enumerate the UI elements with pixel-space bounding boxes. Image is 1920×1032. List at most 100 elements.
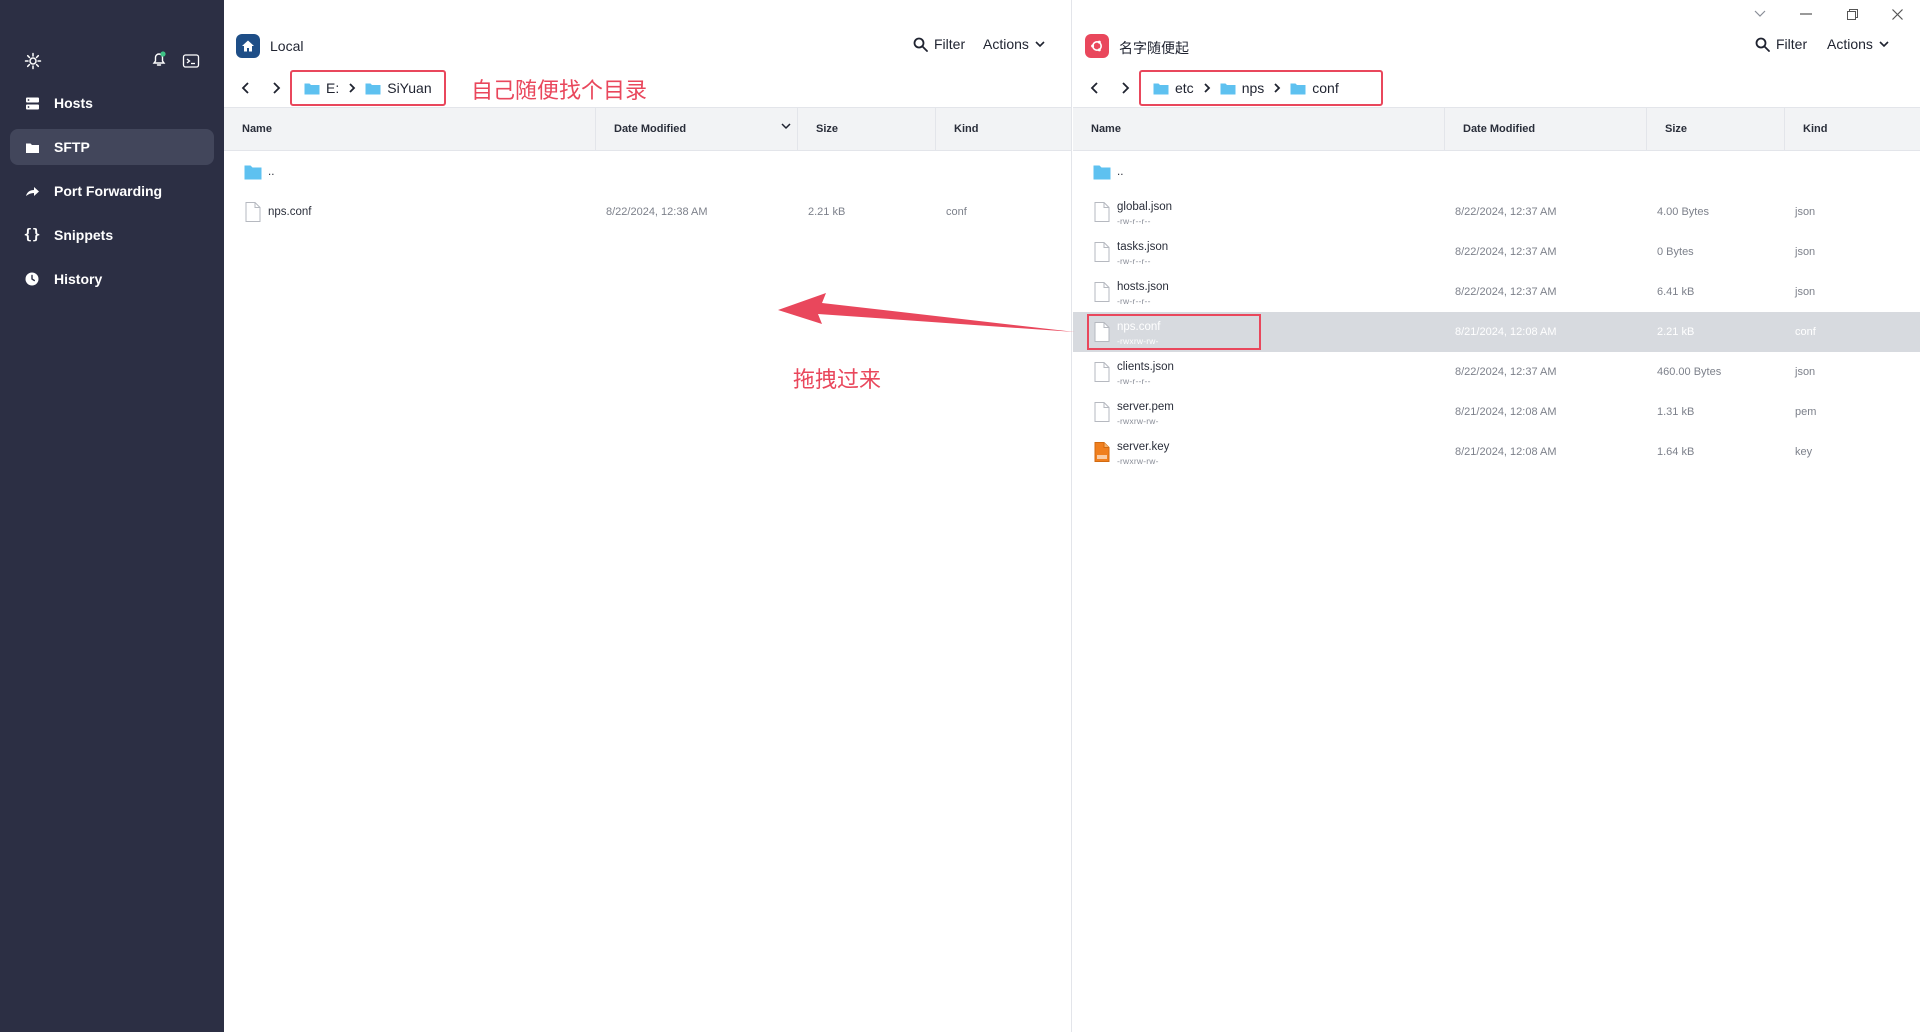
sidebar-item-snippets[interactable]: {} Snippets	[10, 217, 214, 253]
remote-file-list: .. global.json -rw-r--r-- 8/22/2024, 12:…	[1073, 152, 1920, 472]
file-kind: json	[1795, 366, 1816, 378]
highlight-box	[1087, 314, 1261, 350]
remote-column-header: Name Date Modified Size Kind	[1073, 107, 1920, 151]
actions-label: Actions	[983, 36, 1029, 52]
column-date-modified[interactable]: Date Modified	[1445, 108, 1647, 150]
back-arrow-icon[interactable]	[1085, 78, 1105, 98]
file-name: nps.conf	[268, 206, 312, 218]
file-size: 6.41 kB	[1657, 286, 1695, 298]
app-window: Hosts SFTP Port Forwarding {} Snippets H…	[0, 0, 1920, 1032]
file-permissions: -rwxrw-rw-	[1117, 456, 1159, 466]
local-file-list: .. nps.conf 8/22/2024, 12:38 AM 2.21 kB …	[224, 152, 1071, 232]
column-kind[interactable]: Kind	[1785, 108, 1920, 150]
remote-breadcrumb: etc nps conf	[1139, 70, 1383, 106]
breadcrumb-label: E:	[326, 80, 340, 96]
ubuntu-host-icon	[1085, 34, 1109, 58]
column-size[interactable]: Size	[1647, 108, 1785, 150]
back-arrow-icon[interactable]	[236, 78, 256, 98]
breadcrumb-label: nps	[1241, 80, 1265, 96]
local-filter-button[interactable]: Filter	[913, 36, 965, 52]
file-modified: 8/21/2024, 12:08 AM	[1455, 406, 1557, 418]
chevron-right-icon	[1204, 83, 1210, 93]
table-row[interactable]: tasks.json -rw-r--r-- 8/22/2024, 12:37 A…	[1073, 232, 1920, 272]
restore-icon[interactable]	[1840, 4, 1864, 24]
column-name[interactable]: Name	[1073, 108, 1445, 150]
sidebar-item-label: Port Forwarding	[54, 183, 163, 199]
file-size: 2.21 kB	[1657, 326, 1695, 338]
table-row[interactable]: global.json -rw-r--r-- 8/22/2024, 12:37 …	[1073, 192, 1920, 232]
table-row[interactable]: nps.conf 8/22/2024, 12:38 AM 2.21 kB con…	[224, 192, 1071, 232]
file-permissions: -rwxrw-rw-	[1117, 336, 1159, 346]
forward-arrow-icon[interactable]	[1115, 78, 1135, 98]
table-row[interactable]: server.pem -rwxrw-rw- 8/21/2024, 12:08 A…	[1073, 392, 1920, 432]
local-actions-button[interactable]: Actions	[983, 36, 1045, 52]
file-modified: 8/21/2024, 12:08 AM	[1455, 326, 1557, 338]
table-row[interactable]: hosts.json -rw-r--r-- 8/22/2024, 12:37 A…	[1073, 272, 1920, 312]
column-kind[interactable]: Kind	[936, 108, 1072, 150]
file-modified: 8/22/2024, 12:37 AM	[1455, 286, 1557, 298]
sidebar-item-sftp[interactable]: SFTP	[10, 129, 214, 165]
dropdown-chevron-icon[interactable]	[1748, 4, 1772, 24]
table-row[interactable]: server.key -rwxrw-rw- 8/21/2024, 12:08 A…	[1073, 432, 1920, 472]
folder-icon	[24, 139, 40, 155]
table-row-selected[interactable]: nps.conf -rwxrw-rw- 8/21/2024, 12:08 AM …	[1073, 312, 1920, 352]
folder-icon	[304, 83, 320, 94]
file-name: nps.conf	[1117, 321, 1161, 333]
file-icon	[1094, 362, 1110, 382]
breadcrumb-item-conf[interactable]: conf	[1290, 80, 1339, 96]
file-icon	[1094, 242, 1110, 262]
file-kind: json	[1795, 286, 1816, 298]
file-kind: json	[1795, 246, 1816, 258]
file-icon	[245, 202, 261, 222]
sidebar-item-history[interactable]: History	[10, 261, 214, 297]
drag-annotation: 拖拽过来	[793, 368, 882, 393]
sidebar-item-label: Snippets	[54, 227, 114, 243]
file-name: clients.json	[1117, 361, 1174, 373]
sidebar-item-port-forwarding[interactable]: Port Forwarding	[10, 173, 214, 209]
file-modified: 8/22/2024, 12:37 AM	[1455, 246, 1557, 258]
column-name[interactable]: Name	[224, 108, 596, 150]
minimize-icon[interactable]	[1794, 4, 1818, 24]
directory-annotation: 自己随便找个目录	[471, 79, 648, 104]
search-icon	[913, 37, 928, 52]
close-icon[interactable]	[1885, 4, 1909, 24]
remote-actions-button[interactable]: Actions	[1827, 36, 1889, 52]
folder-icon	[244, 165, 262, 180]
forward-arrow-icon[interactable]	[266, 78, 286, 98]
local-pane: Local Filter Actions E: SiYuan 自己随便找个目录 …	[224, 0, 1072, 1032]
terminal-icon[interactable]	[182, 52, 200, 70]
file-modified: 8/22/2024, 12:38 AM	[606, 206, 708, 218]
file-icon	[1094, 322, 1110, 342]
remote-pane-title: 名字随便起	[1119, 40, 1189, 56]
breadcrumb-item-nps[interactable]: nps	[1220, 80, 1265, 96]
file-size: 1.64 kB	[1657, 446, 1695, 458]
remote-breadcrumb-row: etc nps conf	[1085, 70, 1920, 106]
parent-directory-row[interactable]: ..	[224, 152, 1071, 192]
file-modified: 8/22/2024, 12:37 AM	[1455, 366, 1557, 378]
sidebar: Hosts SFTP Port Forwarding {} Snippets H…	[0, 0, 224, 1032]
chevron-down-icon	[1879, 40, 1889, 47]
column-size[interactable]: Size	[798, 108, 936, 150]
file-kind: conf	[1795, 326, 1816, 338]
file-permissions: -rw-r--r--	[1117, 376, 1151, 386]
breadcrumb-item-etc[interactable]: etc	[1153, 80, 1194, 96]
sidebar-item-hosts[interactable]: Hosts	[10, 85, 214, 121]
table-row[interactable]: clients.json -rw-r--r-- 8/22/2024, 12:37…	[1073, 352, 1920, 392]
file-name: server.pem	[1117, 401, 1174, 413]
breadcrumb-item-siyuan[interactable]: SiYuan	[365, 80, 432, 96]
remote-filter-button[interactable]: Filter	[1755, 36, 1807, 52]
file-name: ..	[268, 166, 275, 178]
local-home-icon	[236, 34, 260, 58]
parent-directory-row[interactable]: ..	[1073, 152, 1920, 192]
remote-pane: 名字随便起 Filter Actions etc nps conf Name D…	[1073, 0, 1920, 1032]
file-icon	[1094, 402, 1110, 422]
settings-gear-icon[interactable]	[24, 52, 42, 70]
notification-bell-icon[interactable]	[150, 50, 168, 68]
folder-icon	[1220, 83, 1236, 94]
chevron-down-icon	[1035, 40, 1045, 47]
file-icon	[1094, 282, 1110, 302]
breadcrumb-item-drive[interactable]: E:	[304, 80, 339, 96]
column-date-modified[interactable]: Date Modified	[596, 108, 798, 150]
remote-pane-header: 名字随便起 Filter Actions	[1085, 32, 1920, 60]
file-size: 0 Bytes	[1657, 246, 1694, 258]
